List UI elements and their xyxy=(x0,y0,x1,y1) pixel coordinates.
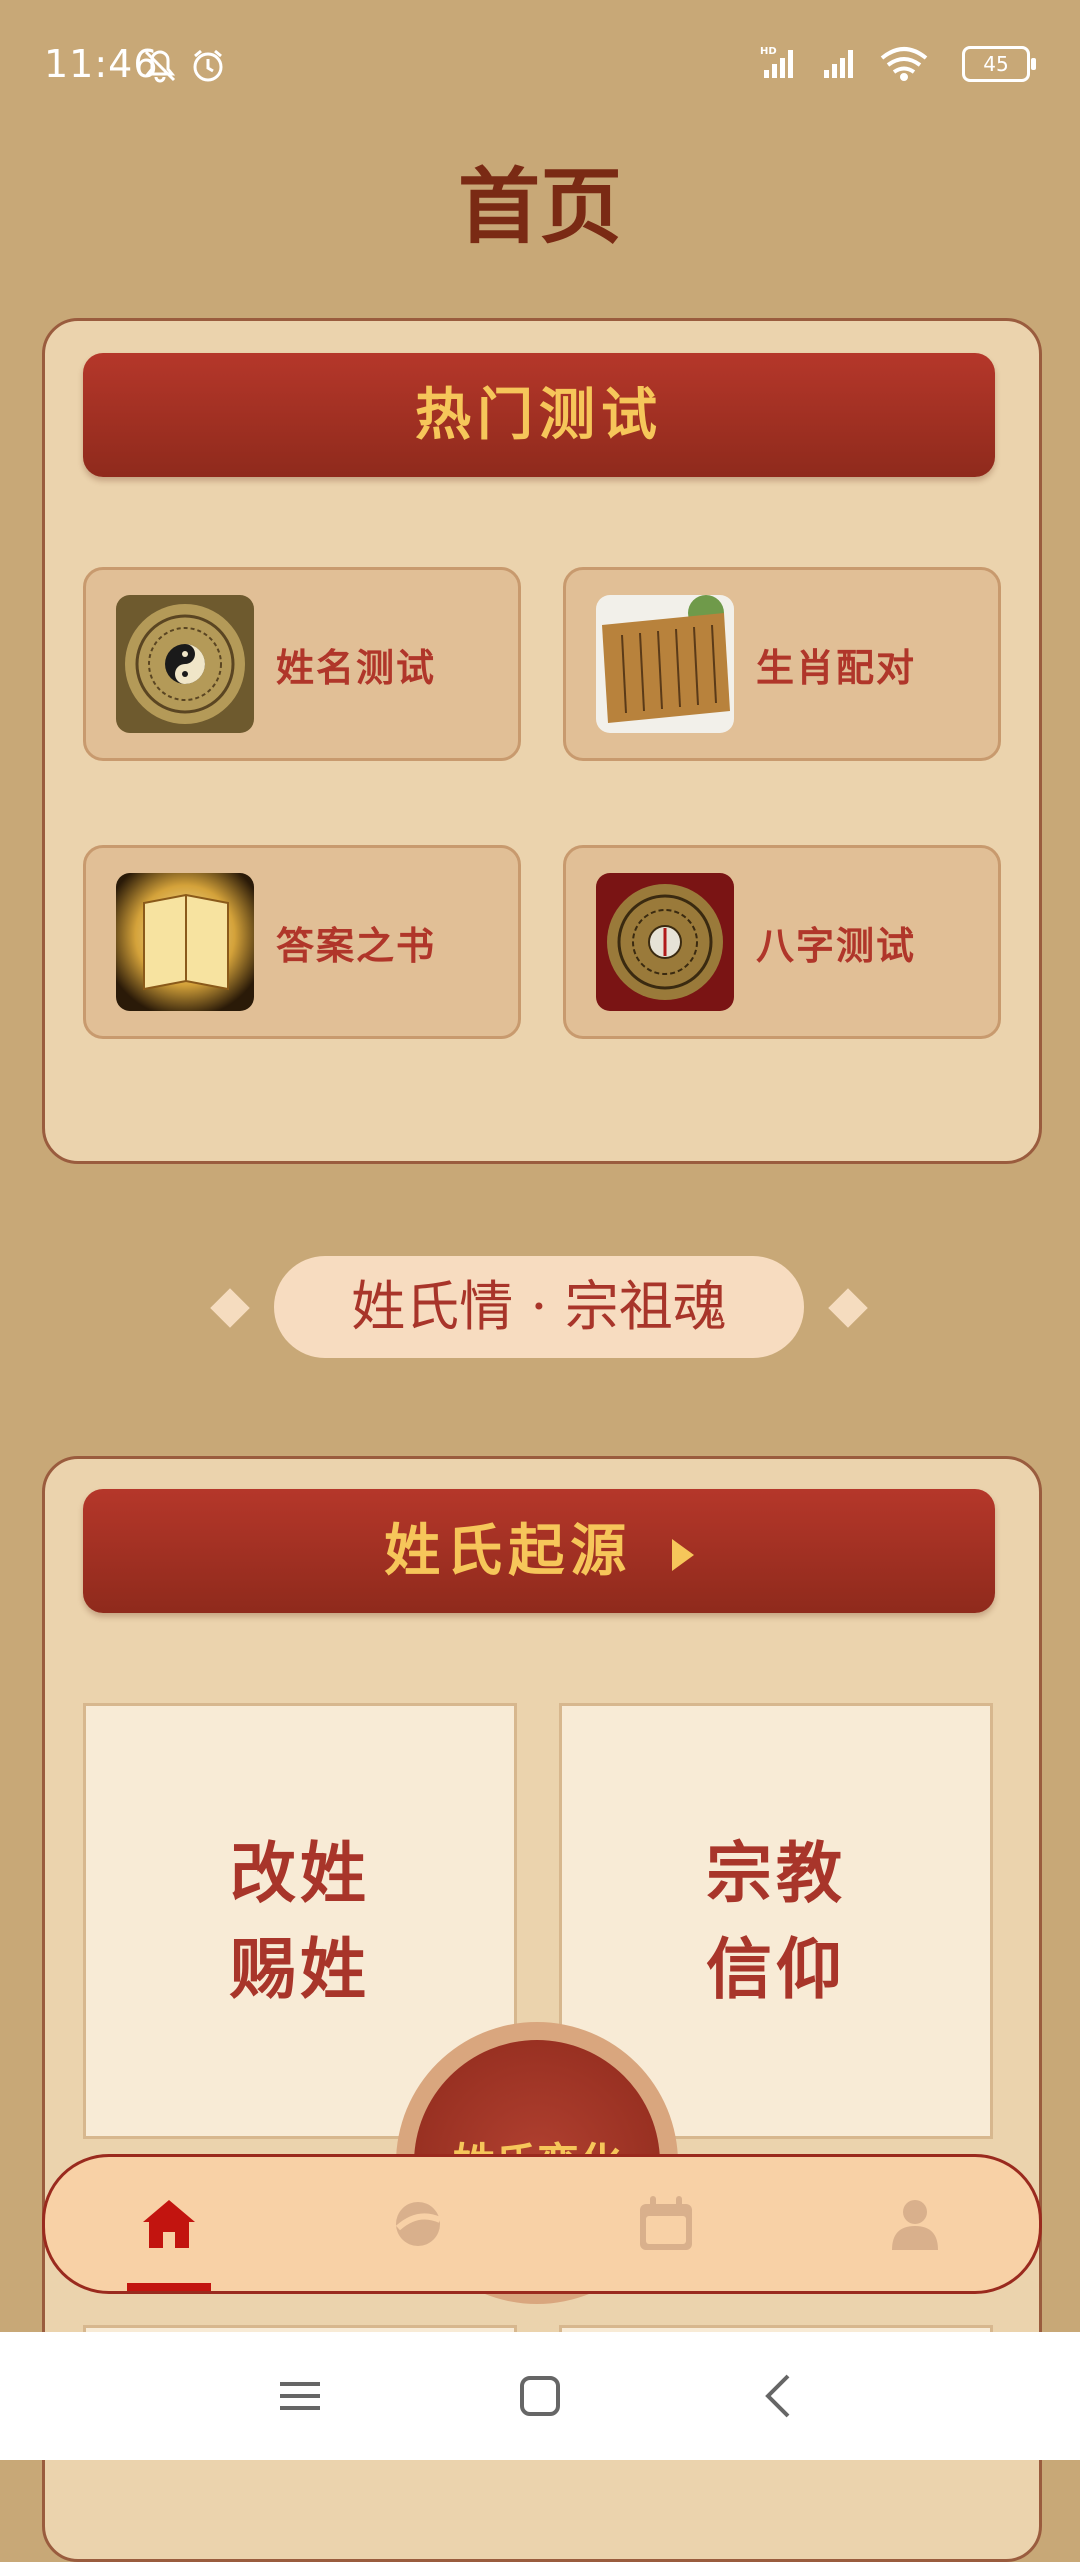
test-label: 生肖配对 xyxy=(756,644,917,690)
status-icons-right: HD 45 xyxy=(760,44,1036,84)
back-arrow-icon xyxy=(765,2374,790,2418)
signal-hd-icon: HD xyxy=(760,46,793,78)
test-tile-bazi[interactable]: 八字测试 xyxy=(563,845,1001,1039)
menu-icon xyxy=(280,2382,320,2410)
ancient-scroll-thumbnail xyxy=(596,595,734,733)
hot-tests-banner[interactable]: 热门测试 xyxy=(83,353,995,477)
active-tab-indicator xyxy=(127,2283,212,2291)
user-icon xyxy=(891,2200,938,2250)
origin-tile-line: 改姓 xyxy=(230,1834,370,1912)
play-arrow-icon xyxy=(671,1539,694,1572)
menu-nav-button[interactable] xyxy=(270,2370,330,2422)
fengshui-compass-thumbnail xyxy=(596,873,734,1011)
yin-yang-compass-thumbnail xyxy=(116,595,254,733)
battery-icon: 45 xyxy=(962,46,1036,82)
glowing-book-thumbnail xyxy=(116,873,254,1011)
page-title: 首页 xyxy=(457,159,622,255)
bell-off-icon xyxy=(144,50,176,83)
planet-icon xyxy=(395,2202,441,2246)
tab-profile[interactable] xyxy=(855,2157,975,2291)
test-tile-zodiac[interactable]: 生肖配对 xyxy=(563,567,1001,761)
test-label: 姓名测试 xyxy=(276,644,437,690)
surname-origin-banner[interactable]: 姓氏起源 xyxy=(83,1489,995,1613)
square-icon xyxy=(520,2376,560,2416)
calendar-icon xyxy=(640,2196,693,2250)
section-divider: 姓氏情 · 宗祖魂 xyxy=(274,1256,804,1358)
origin-tile-line: 宗教 xyxy=(706,1834,846,1912)
origin-tile-line: 信仰 xyxy=(706,1930,846,2008)
home-nav-button[interactable] xyxy=(510,2368,570,2424)
divider-diamond-left xyxy=(210,1288,250,1328)
alarm-icon xyxy=(193,49,223,82)
divider-diamond-right xyxy=(828,1288,868,1328)
hot-tests-card: 热门测试 姓名测试 生肖配对 答案之书 八字测试 xyxy=(42,318,1042,1164)
back-nav-button[interactable] xyxy=(750,2368,810,2424)
tab-calendar[interactable] xyxy=(606,2157,726,2291)
home-icon xyxy=(143,2200,196,2248)
system-nav-bar xyxy=(0,2332,1080,2460)
origin-tile-line: 赐姓 xyxy=(230,1930,370,2008)
test-label: 八字测试 xyxy=(756,922,917,968)
status-icons-left xyxy=(142,46,228,90)
svg-text:HD: HD xyxy=(760,46,777,57)
surname-origin-banner-label: 姓氏起源 xyxy=(384,1518,633,1584)
signal-icon xyxy=(824,50,853,78)
bottom-tab-bar xyxy=(42,2154,1042,2294)
test-tile-name[interactable]: 姓名测试 xyxy=(83,567,521,761)
status-bar: 11:46 HD 45 xyxy=(0,0,1080,130)
test-tile-answer-book[interactable]: 答案之书 xyxy=(83,845,521,1039)
test-label: 答案之书 xyxy=(276,922,437,968)
wifi-icon xyxy=(880,47,928,81)
tab-home[interactable] xyxy=(109,2157,229,2291)
tab-discover[interactable] xyxy=(358,2157,478,2291)
